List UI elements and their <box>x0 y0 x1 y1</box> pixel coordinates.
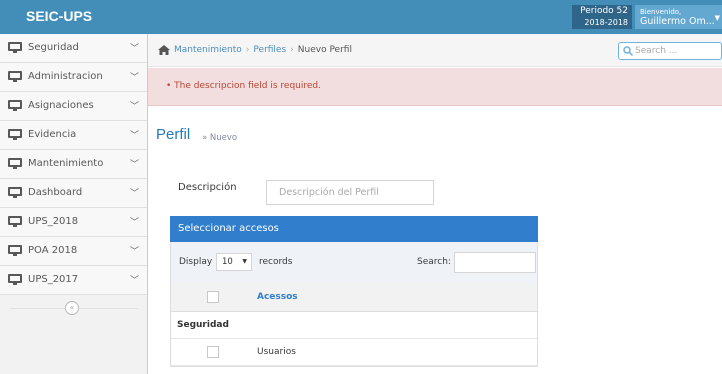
chevron-down-icon: ﹀ <box>130 102 140 112</box>
breadcrumb-current: Nuevo Perfil <box>297 45 352 55</box>
row-checkbox[interactable] <box>207 346 219 358</box>
sidebar-item-label: POA 2018 <box>28 245 78 256</box>
user-name: Guillermo Om... <box>640 16 715 27</box>
column-header-acessos[interactable]: Acessos <box>257 292 298 302</box>
description-placeholder: Descripción del Perfil <box>279 187 379 198</box>
chevron-down-icon: ﹀ <box>130 276 140 286</box>
sidebar-item-mantenimiento[interactable]: Mantenimiento ﹀ <box>0 150 147 179</box>
app-brand[interactable]: SEIC-UPS <box>26 8 92 24</box>
sidebar-item-label: UPS_2017 <box>28 274 79 285</box>
description-field[interactable]: Descripción del Perfil <box>266 180 434 205</box>
sidebar: Seguridad ﹀ Administracion ﹀ Asignacione… <box>0 34 148 374</box>
sidebar-item-label: Dashboard <box>28 187 83 198</box>
desktop-icon <box>8 158 22 169</box>
access-table: Acessos Seguridad Usuarios <box>170 283 538 367</box>
sidebar-item-ups-2017[interactable]: UPS_2017 ﹀ <box>0 266 147 295</box>
desktop-icon <box>8 71 22 82</box>
table-group-row: Seguridad <box>171 312 537 339</box>
page-subtitle: » Nuevo <box>202 133 238 143</box>
page-size-select[interactable]: 10 ▼ <box>216 253 252 271</box>
sidebar-item-label: Mantenimiento <box>28 158 104 169</box>
records-label: records <box>259 257 293 267</box>
sidebar-item-label: Seguridad <box>28 42 79 53</box>
breadcrumb: Mantenimiento › Perfiles › Nuevo Perfil Sear… <box>148 34 722 67</box>
home-icon[interactable] <box>158 45 170 55</box>
alert-message: The descripcion field is required. <box>174 81 321 91</box>
sidebar-item-label: Administracion <box>28 71 103 82</box>
desktop-icon <box>8 100 22 111</box>
sidebar-item-label: Evidencia <box>28 129 77 140</box>
display-label: Display <box>179 257 213 267</box>
chevron-down-icon: ﹀ <box>130 44 140 54</box>
period-badge[interactable]: Periodo 52 2018-2018 <box>572 5 632 29</box>
table-search-input[interactable] <box>454 252 536 273</box>
page-size-value: 10 <box>222 257 233 267</box>
sidebar-item-administracion[interactable]: Administracion ﹀ <box>0 63 147 92</box>
collapse-sidebar-button[interactable]: « <box>65 301 79 315</box>
table-header: Acessos <box>171 283 537 312</box>
sidebar-item-evidencia[interactable]: Evidencia ﹀ <box>0 121 147 150</box>
page-title: Perfil <box>156 126 191 143</box>
table-search-label: Search: <box>417 257 451 267</box>
desktop-icon <box>8 216 22 227</box>
sidebar-item-asignaciones[interactable]: Asignaciones ﹀ <box>0 92 147 121</box>
error-alert: • The descripcion field is required. <box>148 68 722 106</box>
desktop-icon <box>8 187 22 198</box>
caret-down-icon: ▼ <box>714 14 720 22</box>
sidebar-collapse: « <box>0 300 148 316</box>
sidebar-item-dashboard[interactable]: Dashboard ﹀ <box>0 179 147 208</box>
top-navbar: SEIC-UPS Periodo 52 2018-2018 Bienvenido… <box>0 0 722 34</box>
breadcrumb-separator: › <box>290 45 294 55</box>
breadcrumb-perfiles[interactable]: Perfiles <box>253 45 286 55</box>
period-label: Periodo 52 <box>580 6 628 16</box>
dropdown-arrow-icon: ▼ <box>242 258 247 265</box>
sidebar-item-seguridad[interactable]: Seguridad ﹀ <box>0 34 147 63</box>
sidebar-item-label: UPS_2018 <box>28 216 79 227</box>
period-years: 2018-2018 <box>584 18 628 27</box>
search-input[interactable]: Search ... <box>618 42 722 60</box>
sidebar-item-poa-2018[interactable]: POA 2018 ﹀ <box>0 237 147 266</box>
sidebar-item-label: Asignaciones <box>28 100 94 111</box>
table-row: Usuarios <box>171 339 537 366</box>
breadcrumb-separator: › <box>245 45 250 55</box>
chevron-down-icon: ﹀ <box>130 247 140 257</box>
group-label: Seguridad <box>177 320 229 330</box>
row-label: Usuarios <box>257 347 296 357</box>
desktop-icon <box>8 274 22 285</box>
desktop-icon <box>8 42 22 53</box>
chevron-down-icon: ﹀ <box>130 189 140 199</box>
desktop-icon <box>8 245 22 256</box>
breadcrumb-mantenimiento[interactable]: Mantenimiento <box>174 45 242 55</box>
chevron-down-icon: ﹀ <box>130 160 140 170</box>
search-placeholder: Search ... <box>635 46 678 56</box>
access-panel-header: Seleccionar accesos <box>170 216 538 242</box>
search-icon <box>623 46 633 56</box>
table-toolbar: Display 10 ▼ records Search: <box>170 242 538 283</box>
chevron-down-icon: ﹀ <box>130 131 140 141</box>
chevron-down-icon: ﹀ <box>130 218 140 228</box>
desktop-icon <box>8 129 22 140</box>
select-all-checkbox[interactable] <box>207 291 219 303</box>
sidebar-item-ups-2018[interactable]: UPS_2018 ﹀ <box>0 208 147 237</box>
chevron-down-icon: ﹀ <box>130 73 140 83</box>
user-menu[interactable]: Bienvenido, Guillermo Om... ▼ <box>635 5 722 29</box>
description-label: Descripción <box>178 182 237 193</box>
